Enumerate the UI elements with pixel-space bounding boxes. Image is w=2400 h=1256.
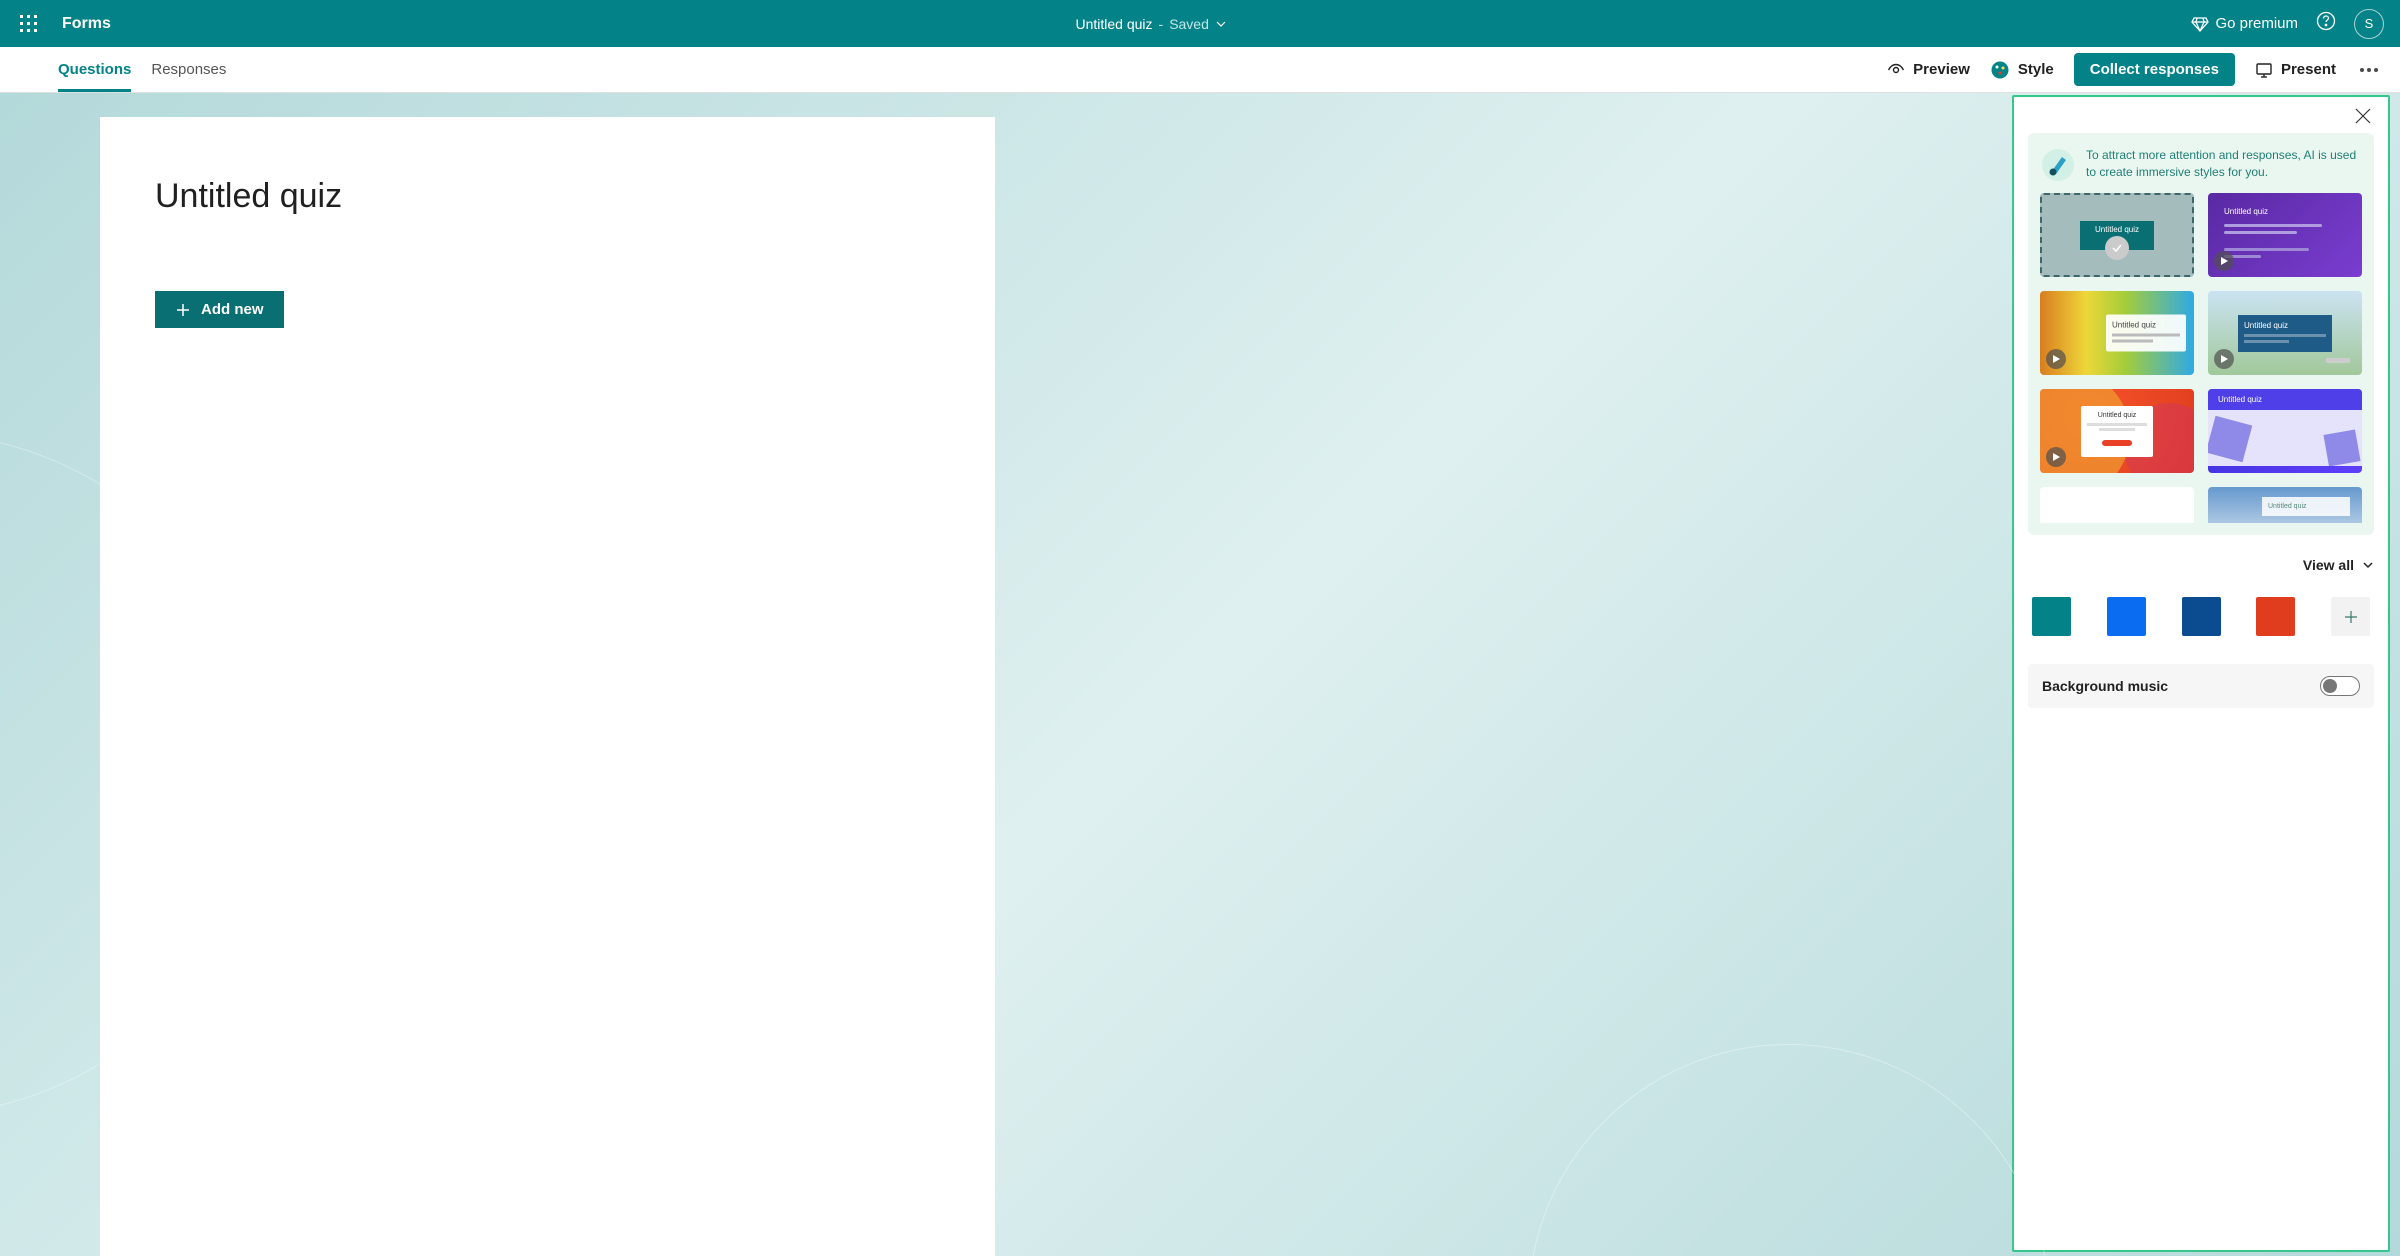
close-icon[interactable] [2354, 107, 2372, 125]
app-launcher-icon[interactable] [8, 4, 48, 44]
tab-responses[interactable]: Responses [151, 47, 226, 92]
tile-4-title: Untitled quiz [2244, 321, 2326, 330]
avatar[interactable]: S [2354, 9, 2384, 39]
style-tile-8[interactable]: Untitled quiz [2208, 487, 2362, 523]
info-text: To attract more attention and responses,… [2086, 147, 2362, 181]
app-name[interactable]: Forms [62, 15, 111, 33]
preview-label: Preview [1913, 61, 1970, 78]
chevron-down-icon[interactable] [1215, 18, 1227, 30]
tile-2-title: Untitled quiz [2224, 207, 2346, 216]
palette-icon [1990, 60, 2010, 80]
tile-6-title: Untitled quiz [2208, 389, 2362, 410]
tab-responses-label: Responses [151, 61, 226, 78]
background-music-row: Background music [2028, 664, 2374, 708]
form-card: Untitled quiz Add new [100, 117, 995, 1256]
present-button[interactable]: Present [2255, 61, 2336, 79]
style-tile-5[interactable]: Untitled quiz [2040, 389, 2194, 473]
present-label: Present [2281, 61, 2336, 78]
style-grid-row-cut: Untitled quiz Untitled quiz [2040, 487, 2362, 523]
color-swatch-teal[interactable] [2032, 597, 2071, 636]
color-swatch-blue[interactable] [2107, 597, 2146, 636]
style-label: Style [2018, 61, 2054, 78]
tab-questions-label: Questions [58, 61, 131, 78]
color-swatch-darkblue[interactable] [2182, 597, 2221, 636]
go-premium-label: Go premium [2215, 15, 2298, 32]
toolbar: Questions Responses Preview Style Collec… [0, 47, 2400, 93]
present-icon [2255, 61, 2273, 79]
color-row [2028, 597, 2374, 636]
toolbar-actions: Preview Style Collect responses Present [1887, 53, 2382, 86]
style-tile-7[interactable]: Untitled quiz [2040, 487, 2194, 523]
preview-button[interactable]: Preview [1887, 61, 1970, 79]
check-icon [2105, 236, 2129, 260]
document-title-region[interactable]: Untitled quiz - Saved [111, 16, 2192, 32]
app-header: Forms Untitled quiz - Saved Go premium S [0, 0, 2400, 47]
style-grid: Untitled quiz Untitled quiz [2040, 193, 2362, 473]
tile-8-title: Untitled quiz [2268, 503, 2344, 510]
play-icon [2214, 349, 2234, 369]
document-separator: - [1159, 16, 1164, 32]
style-tile-4[interactable]: Untitled quiz [2208, 291, 2362, 375]
brush-icon [2040, 147, 2076, 183]
style-tile-2[interactable]: Untitled quiz [2208, 193, 2362, 277]
add-color-button[interactable] [2331, 597, 2370, 636]
form-title[interactable]: Untitled quiz [155, 177, 940, 216]
diamond-icon [2191, 15, 2209, 33]
background-music-label: Background music [2042, 678, 2168, 694]
ai-styles-section: To attract more attention and responses,… [2028, 133, 2374, 535]
plus-icon [2342, 608, 2360, 626]
color-swatch-red[interactable] [2256, 597, 2295, 636]
tile-1-title: Untitled quiz [2080, 225, 2154, 234]
collect-responses-label: Collect responses [2090, 61, 2219, 78]
play-icon [2214, 251, 2234, 271]
go-premium-button[interactable]: Go premium [2191, 15, 2298, 33]
help-icon[interactable] [2316, 11, 2336, 36]
background-music-toggle[interactable] [2320, 676, 2360, 696]
add-new-button[interactable]: Add new [155, 291, 284, 328]
tile-3-title: Untitled quiz [2112, 321, 2180, 330]
style-panel: To attract more attention and responses,… [2012, 95, 2390, 1252]
plus-icon [175, 302, 191, 318]
tile-5-title: Untitled quiz [2087, 412, 2147, 419]
document-status: Saved [1169, 16, 1209, 32]
tab-questions[interactable]: Questions [58, 47, 131, 92]
chevron-down-icon [2362, 559, 2374, 571]
more-menu-icon[interactable] [2356, 64, 2382, 76]
canvas-area: Untitled quiz Add new To attract more at… [0, 93, 2400, 1256]
view-all-label: View all [2303, 557, 2354, 573]
style-tile-3[interactable]: Untitled quiz [2040, 291, 2194, 375]
document-title: Untitled quiz [1075, 16, 1152, 32]
style-tile-6[interactable]: Untitled quiz [2208, 389, 2362, 473]
play-icon [2046, 349, 2066, 369]
tabs: Questions Responses [58, 47, 226, 92]
play-icon [2046, 447, 2066, 467]
add-new-label: Add new [201, 301, 264, 318]
eye-icon [1887, 61, 1905, 79]
avatar-initial: S [2365, 16, 2374, 31]
view-all-button[interactable]: View all [2028, 557, 2374, 573]
style-tile-1[interactable]: Untitled quiz [2040, 193, 2194, 277]
collect-responses-button[interactable]: Collect responses [2074, 53, 2235, 86]
header-actions: Go premium S [2191, 9, 2384, 39]
style-button[interactable]: Style [1990, 60, 2054, 80]
